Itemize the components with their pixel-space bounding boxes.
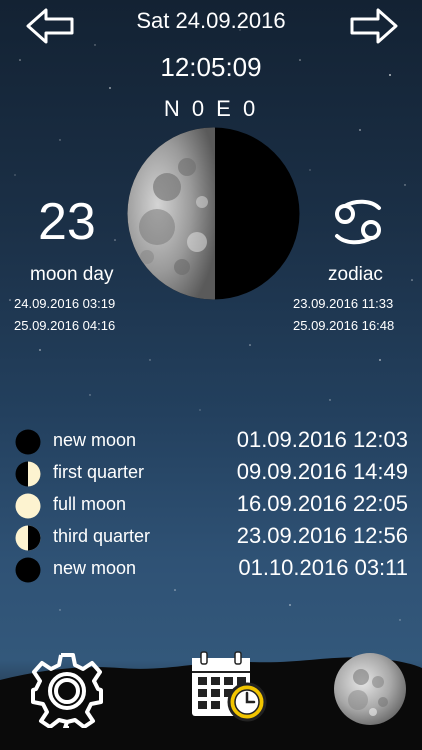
current-date[interactable]: Sat 24.09.2016	[0, 8, 422, 34]
phase-datetime: 16.09.2016 22:05	[236, 491, 408, 516]
third-quarter-icon	[15, 525, 41, 551]
phase-datetime: 23.09.2016 12:56	[236, 523, 408, 548]
moon-view-button[interactable]	[333, 652, 407, 726]
phase-name: full moon	[53, 494, 127, 514]
phase-row: full moon 16.09.2016 22:05	[15, 491, 415, 521]
phase-row: third quarter 23.09.2016 12:56	[15, 523, 415, 553]
first-quarter-icon	[15, 461, 41, 487]
phase-datetime: 01.10.2016 03:11	[238, 555, 408, 580]
full-moon-icon	[15, 493, 41, 519]
new-moon-icon	[15, 557, 41, 583]
zodiac-start: 23.09.2016 11:33	[293, 296, 394, 311]
phase-datetime: 09.09.2016 14:49	[236, 459, 408, 484]
phase-row: new moon 01.10.2016 03:11	[15, 555, 415, 585]
moon-day-start: 24.09.2016 03:19	[14, 296, 116, 311]
gear-icon	[31, 653, 103, 730]
cancer-zodiac-icon	[335, 199, 381, 245]
phase-row: new moon 01.09.2016 12:03	[15, 427, 415, 457]
calendar-button[interactable]	[189, 650, 269, 724]
calendar-clock-icon	[192, 651, 267, 722]
moon-phase-image	[127, 127, 300, 300]
phase-name: third quarter	[53, 526, 151, 546]
phase-name: first quarter	[53, 462, 145, 482]
zodiac-label: zodiac	[328, 264, 383, 285]
phase-name: new moon	[53, 430, 137, 450]
phase-datetime: 01.09.2016 12:03	[236, 427, 408, 452]
zodiac-end: 25.09.2016 16:48	[293, 318, 395, 333]
moon-day-end: 25.09.2016 04:16	[14, 318, 116, 333]
location-coordinates[interactable]: N 0 E 0	[0, 96, 422, 122]
moon-day-number: 23	[38, 193, 96, 251]
new-moon-icon	[15, 429, 41, 455]
current-time: 12:05:09	[160, 52, 262, 82]
phase-row: first quarter 09.09.2016 14:49	[15, 459, 415, 489]
moon-day-label: moon day	[30, 264, 114, 285]
full-moon-photo-icon	[334, 653, 406, 725]
phase-name: new moon	[53, 558, 137, 578]
settings-button[interactable]	[28, 650, 106, 730]
